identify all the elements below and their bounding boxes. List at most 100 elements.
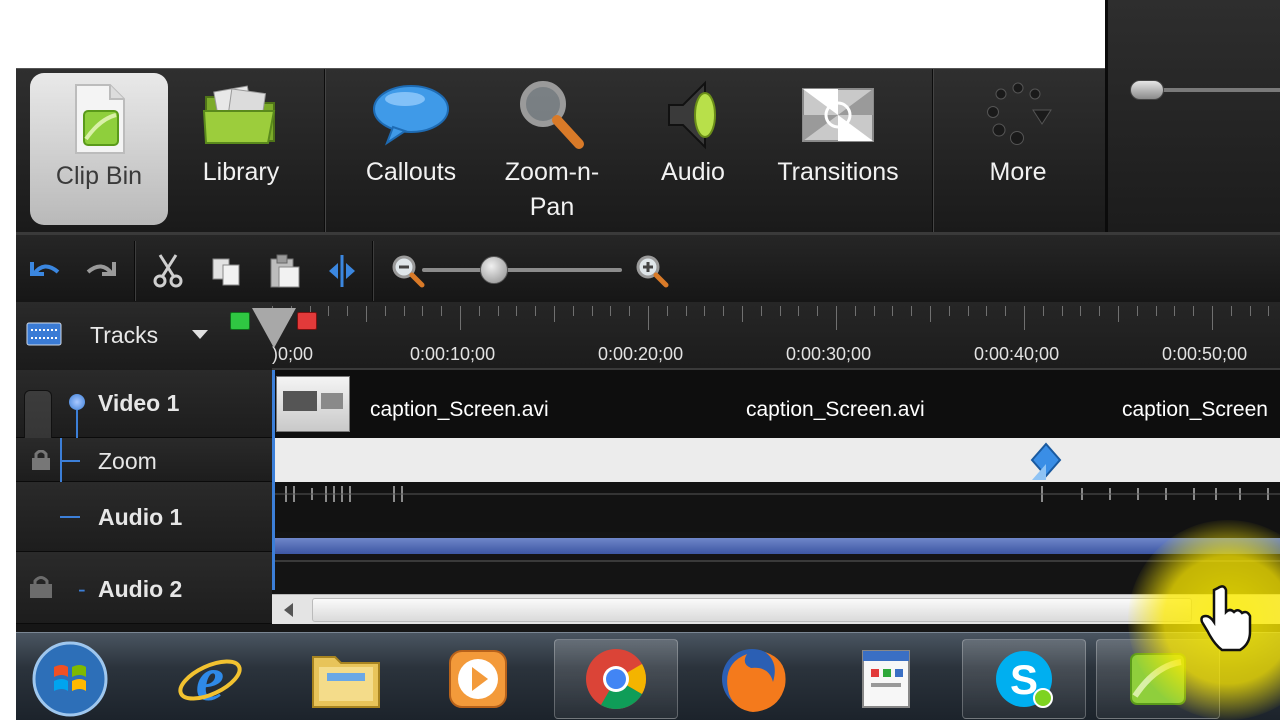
clip-name[interactable]: caption_Screen [1122,398,1268,422]
paste-button[interactable] [264,251,304,291]
audio-2-clip[interactable] [272,538,1280,554]
ruler-tick [347,306,349,316]
windows-taskbar: e S [0,632,1280,720]
tab-transitions[interactable]: Transitions [764,69,912,233]
ruler-tick [742,306,743,322]
timeline-zoom-slider-track[interactable] [422,268,622,272]
track-divider [272,560,1280,562]
selection-end-marker[interactable] [297,312,317,330]
tracks-icon[interactable] [26,322,62,346]
clip-name[interactable]: caption_Screen.avi [746,398,925,422]
split-button[interactable] [322,251,362,291]
lock-icon[interactable] [30,449,52,470]
zoom-in-button[interactable] [632,251,672,291]
timeline-horizontal-scrollbar[interactable] [272,594,1280,624]
tab-library[interactable]: Library [176,69,306,233]
audio-2-track[interactable] [272,532,1280,594]
tab-label: Library [202,158,280,186]
file-explorer-icon [312,656,380,708]
taskbar-file-explorer[interactable] [286,639,406,719]
ruler-tick [648,306,649,330]
redo-button[interactable] [82,251,122,291]
ruler-time-label: 0:00:30;00 [786,344,872,364]
track-name-zoom: Zoom [98,448,157,474]
internet-explorer-icon: e [178,644,242,714]
ruler-tick [911,306,913,316]
ruler-tick [666,306,668,316]
tab-clip-bin[interactable]: Clip Bin [30,73,168,225]
playhead[interactable] [272,370,275,590]
ruler-tick [760,306,762,316]
taskbar-document-app[interactable] [826,639,946,719]
start-button[interactable] [20,639,120,719]
tab-audio[interactable]: Audio [628,69,758,233]
chrome-icon [586,649,647,710]
video-1-track[interactable]: caption_Screen.avi caption_Screen.avi ca… [272,370,1280,438]
taskbar-skype[interactable]: S [962,639,1086,719]
ruler-tick [854,306,856,316]
copy-icon [212,258,240,286]
track-tree-branch [60,516,80,518]
ruler-tick [441,306,443,316]
ruler-time-label: 0:00:50;00 [1162,344,1248,364]
ruler-tick [1212,306,1213,330]
preview-panel [1105,0,1280,232]
zoom-in-icon [636,255,669,288]
tab-label: Clip Bin [55,162,143,190]
taskbar-chrome[interactable] [554,639,678,719]
tracks-dropdown-arrow-icon[interactable] [192,330,208,339]
tracks-label[interactable]: Tracks [90,322,158,349]
ruler-tick [1042,306,1044,316]
more-spinner-icon [978,75,1058,155]
tab-label: Transitions [777,158,899,186]
taskbar-internet-explorer[interactable]: e [150,639,270,719]
camtasia-window: Clip Bin Library Callouts Zoom-n- Pan Au… [0,0,1280,720]
tab-more[interactable]: More [956,69,1080,233]
ruler-tick [497,306,499,316]
lock-icon[interactable] [28,576,54,598]
ruler-tick [1155,306,1157,316]
playhead-handle[interactable] [252,308,296,348]
start-orb-icon [32,641,108,717]
ruler-tick [535,306,537,316]
clip-thumbnail [276,376,350,432]
ruler-tick [1249,306,1251,316]
ruler-tick [1230,306,1232,316]
transitions-icon [798,75,878,155]
undo-button[interactable] [24,251,64,291]
scroll-left-arrow-icon[interactable] [284,603,293,617]
top-blank-area [0,0,1105,70]
tab-callouts[interactable]: Callouts [346,69,476,233]
ruler-tick [403,306,405,316]
tab-zoom-n-pan[interactable]: Zoom-n- Pan [486,69,618,233]
skype-icon: S [996,651,1053,708]
track-collapse-marker[interactable]: - [78,576,86,603]
ruler-tick [1193,306,1195,316]
ruler-tick [704,306,706,316]
audio-waveform [272,486,1280,502]
taskbar-media-player[interactable] [418,639,538,719]
copy-button[interactable] [206,251,246,291]
zoom-track[interactable] [272,438,1280,482]
timeline-zoom-slider-knob[interactable] [480,256,508,284]
zoom-keyframe-icon[interactable] [1030,442,1062,480]
ruler-tick [554,306,555,322]
timeline-ruler[interactable]: )0;00 0:00:10;00 0:00:20;00 0:00:30;00 0:00:… [272,302,1280,370]
tab-label: Callouts [365,158,457,186]
tab-separator [324,69,326,233]
ruler-tick [1080,306,1082,316]
taskbar-firefox[interactable] [692,639,812,719]
track-dot-icon [69,394,85,410]
tab-separator [932,69,934,233]
preview-slider-knob[interactable] [1130,80,1164,100]
camtasia-icon [1130,653,1186,705]
ruler-time-label: 0:00:20;00 [598,344,684,364]
hand-cursor-icon [1200,585,1252,652]
selection-start-marker[interactable] [230,312,250,330]
ruler-tick [798,306,800,316]
task-tab-bar: Clip Bin Library Callouts Zoom-n- Pan Au… [16,68,1105,233]
clip-name[interactable]: caption_Screen.avi [370,398,549,422]
cut-button[interactable] [148,251,188,291]
scrollbar-thumb[interactable] [312,598,1192,622]
audio-1-track[interactable] [272,482,1280,532]
